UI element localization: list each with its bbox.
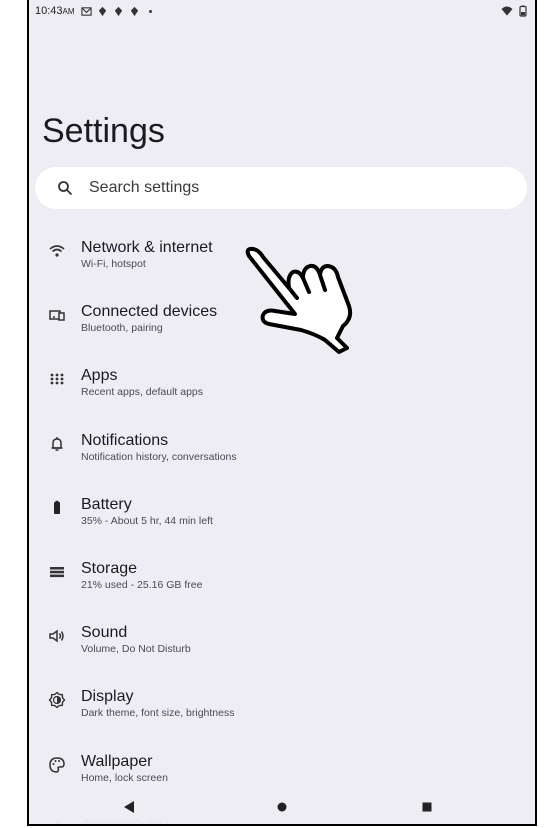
page-title: Settings — [42, 112, 165, 150]
app-notification-icon — [98, 6, 106, 16]
item-title: Apps — [81, 367, 118, 385]
item-subtitle: Recent apps, default apps — [81, 386, 204, 399]
notification-icons — [80, 6, 156, 17]
wifi-icon — [49, 245, 65, 257]
item-subtitle: Volume, Do Not Disturb — [81, 643, 191, 656]
bell-icon — [51, 436, 63, 451]
gmail-icon — [80, 6, 92, 16]
item-subtitle: Dark theme, font size, brightness — [81, 707, 235, 720]
item-title: Notifications — [81, 431, 169, 449]
more-notifications-dot-icon — [148, 9, 152, 13]
item-subtitle: Notification history, conversations — [81, 450, 237, 463]
settings-item-notifications[interactable]: Notifications Notification history, conv… — [29, 417, 535, 481]
device-screen: 10:43AM Settings Search settings Network… — [27, 0, 537, 826]
item-subtitle: Bluetooth, pairing — [81, 322, 163, 335]
status-right — [501, 5, 529, 17]
app-notification-icon — [130, 6, 138, 16]
back-button[interactable] — [109, 790, 149, 824]
display-brightness-icon — [48, 691, 66, 709]
item-title: Battery — [81, 495, 132, 513]
item-title: Connected devices — [81, 303, 218, 321]
settings-item-storage[interactable]: Storage 21% used - 25.16 GB free — [29, 545, 535, 609]
app-notification-icon — [114, 6, 122, 16]
wifi-signal-icon — [501, 6, 513, 16]
item-title: Wallpaper — [81, 752, 153, 770]
status-time: 10:43AM — [35, 5, 75, 17]
battery-status-icon — [519, 5, 527, 17]
item-subtitle: 21% used - 25.16 GB free — [81, 578, 203, 591]
battery-icon — [54, 500, 60, 514]
recents-button[interactable] — [407, 790, 447, 824]
home-circle-icon — [277, 802, 287, 812]
item-title: Sound — [81, 624, 128, 642]
search-icon — [58, 181, 73, 196]
search-placeholder: Search settings — [89, 179, 200, 196]
apps-grid-icon — [50, 373, 64, 385]
item-title: Storage — [81, 559, 138, 577]
item-title: Display — [81, 688, 134, 706]
search-bar[interactable]: Search settings — [35, 167, 527, 209]
status-bar: 10:43AM — [29, 0, 535, 22]
pointing-hand-icon — [245, 246, 353, 354]
storage-icon — [50, 566, 64, 578]
home-button[interactable] — [262, 790, 302, 824]
settings-item-sound[interactable]: Sound Volume, Do Not Disturb — [29, 609, 535, 673]
recents-square-icon — [422, 802, 432, 812]
item-subtitle: 35% - About 5 hr, 44 min left — [81, 514, 213, 527]
settings-item-battery[interactable]: Battery 35% - About 5 hr, 44 min left — [29, 481, 535, 545]
settings-item-display[interactable]: Display Dark theme, font size, brightnes… — [29, 673, 535, 737]
connected-devices-icon — [49, 310, 65, 321]
back-triangle-icon — [124, 801, 134, 813]
speaker-icon — [49, 629, 64, 643]
palette-icon — [49, 756, 65, 773]
settings-item-apps[interactable]: Apps Recent apps, default apps — [29, 352, 535, 416]
item-subtitle: Wi-Fi, hotspot — [81, 258, 146, 270]
navigation-bar — [29, 790, 535, 824]
item-title: Network & internet — [81, 239, 213, 256]
item-subtitle: Home, lock screen — [81, 771, 168, 784]
